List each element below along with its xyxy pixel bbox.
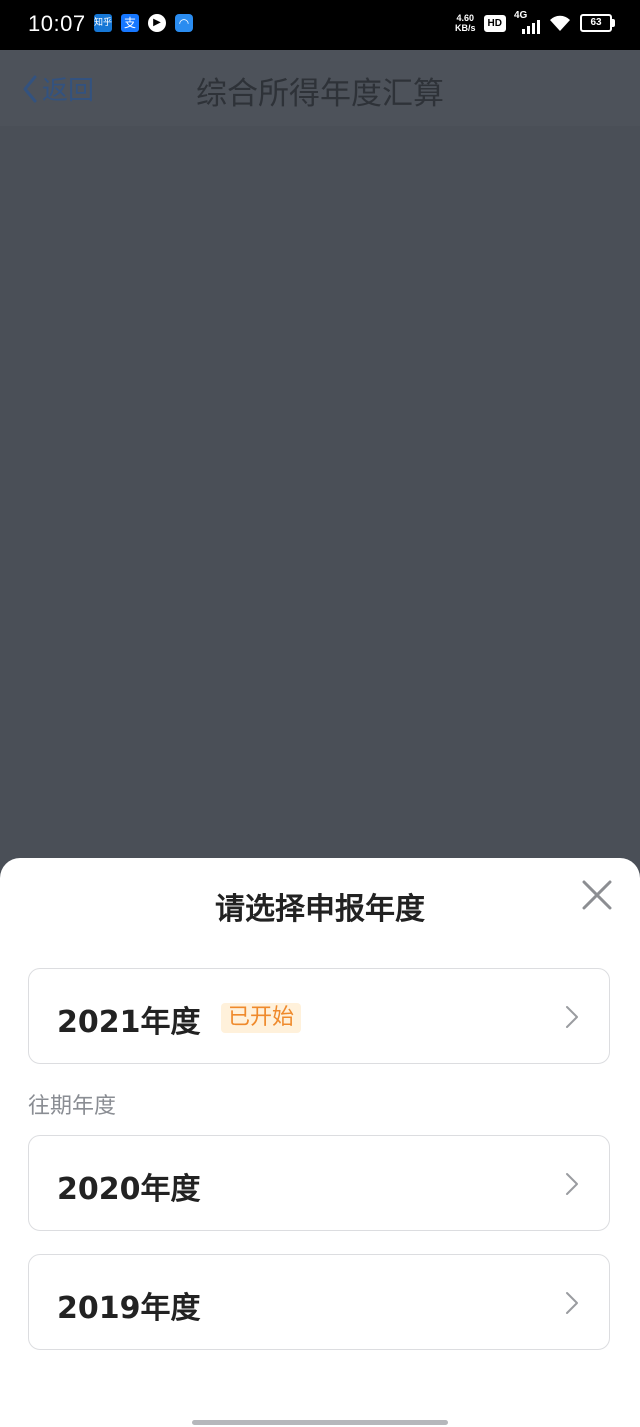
close-button[interactable] xyxy=(580,878,614,912)
year-option-2021[interactable]: 2021年度 已开始 xyxy=(28,968,610,1064)
network-speed-unit: KB/s xyxy=(455,23,476,33)
status-time: 10:07 xyxy=(28,11,86,36)
year-select-sheet: 请选择申报年度 2021年度 已开始 往期年度 2020年度 2019年度 xyxy=(0,858,640,1427)
notification-icons: 知乎 支 ▶ ◠ xyxy=(94,14,193,32)
year-label: 2020年度 xyxy=(57,1172,201,1207)
year-option-2020[interactable]: 2020年度 xyxy=(28,1135,610,1231)
sheet-title: 请选择申报年度 xyxy=(215,892,425,927)
network-speed-value: 4.60 xyxy=(456,13,475,23)
chevron-right-icon xyxy=(566,1006,578,1028)
battery-level: 63 xyxy=(590,17,602,28)
page-title: 综合所得年度汇算 xyxy=(196,76,444,112)
home-indicator[interactable] xyxy=(192,1420,448,1425)
chevron-right-icon xyxy=(566,1292,578,1314)
video-play-icon: ▶ xyxy=(148,14,166,32)
past-years-label: 往期年度 xyxy=(28,1094,117,1119)
status-indicators: 4.60 KB/s HD 4G 63 xyxy=(455,10,615,34)
year-label: 2019年度 xyxy=(57,1291,201,1326)
close-icon xyxy=(582,880,612,910)
app-icon: ◠ xyxy=(175,14,193,32)
alipay-icon: 支 xyxy=(121,14,139,32)
signal-bars xyxy=(522,20,540,34)
cellular-signal-icon: 4G xyxy=(514,10,540,34)
battery-icon: 63 xyxy=(580,14,615,32)
wifi-icon xyxy=(550,15,570,31)
status-badge: 已开始 xyxy=(221,1003,302,1033)
year-option-2019[interactable]: 2019年度 xyxy=(28,1254,610,1350)
status-bar: 10:07 知乎 支 ▶ ◠ 4.60 KB/s HD 4G 63 xyxy=(0,0,640,50)
modal-backdrop[interactable] xyxy=(0,126,640,866)
network-speed: 4.60 KB/s xyxy=(455,13,476,33)
hd-icon: HD xyxy=(483,14,506,32)
chevron-right-icon xyxy=(566,1173,578,1195)
year-label: 2021年度 xyxy=(57,1005,201,1040)
zhihu-icon: 知乎 xyxy=(94,14,112,32)
navigation-bar: 返回 综合所得年度汇算 xyxy=(0,50,640,127)
